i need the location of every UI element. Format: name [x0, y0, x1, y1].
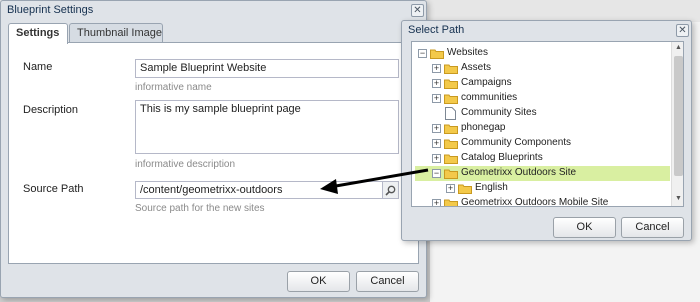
description-label: Description [23, 104, 79, 116]
tree-item-label: Assets [461, 62, 492, 73]
folder-icon [444, 94, 458, 104]
blueprint-settings-dialog: Blueprint Settings ✕ Settings Thumbnail … [0, 0, 427, 298]
dialog-title: Blueprint Settings [7, 4, 94, 16]
source-path-label: Source Path [23, 183, 84, 195]
arrow-icon [320, 168, 429, 194]
source-path-hint: Source path for the new sites [135, 203, 265, 214]
ok-button[interactable]: OK [287, 271, 350, 292]
folder-icon [444, 169, 458, 179]
tree-item-geometrixx-outdoors-site[interactable]: − Geometrixx Outdoors Site [415, 166, 670, 181]
tree-item-label: Community Components [461, 137, 572, 148]
tree-item-geometrixx-outdoors-mobile-site[interactable]: + Geometrixx Outdoors Mobile Site [412, 196, 671, 207]
expand-icon[interactable]: + [432, 199, 441, 206]
description-hint: informative description [135, 159, 236, 170]
page-icon [445, 107, 456, 120]
name-field[interactable]: Sample Blueprint Website [135, 59, 399, 78]
tree-item-catalog-blueprints[interactable]: + Catalog Blueprints [412, 151, 671, 166]
tree-item-phonegap[interactable]: + phonegap [412, 121, 671, 136]
folder-icon [444, 124, 458, 134]
close-icon[interactable]: ✕ [676, 24, 689, 37]
description-field[interactable]: This is my sample blueprint page [135, 100, 399, 154]
tree-item-communities[interactable]: + communities [412, 91, 671, 106]
tree-item-community-components[interactable]: + Community Components [412, 136, 671, 151]
tree-item-label: English [475, 182, 508, 193]
name-label: Name [23, 61, 53, 73]
path-tree: − Websites + Assets + Campaigns + commun… [411, 41, 684, 207]
tree-scrollbar[interactable]: ▲ ▼ [671, 42, 683, 206]
folder-icon [444, 154, 458, 164]
dialog-title: Select Path [408, 24, 465, 36]
tree-item-assets[interactable]: + Assets [412, 61, 671, 76]
folder-icon [444, 64, 458, 74]
cancel-button[interactable]: Cancel [356, 271, 419, 292]
select-path-dialog: Select Path ✕ − Websites + Assets + Camp… [401, 20, 692, 241]
expand-icon[interactable]: + [432, 139, 441, 148]
tab-thumbnail-image[interactable]: Thumbnail Image [69, 23, 163, 43]
tree-item-label: communities [461, 92, 518, 103]
tree-item-label: Geometrixx Outdoors Mobile Site [461, 197, 609, 207]
tab-settings[interactable]: Settings [8, 23, 68, 44]
expand-icon[interactable]: + [432, 79, 441, 88]
settings-panel: Name Sample Blueprint Website informativ… [8, 42, 419, 264]
tree-item-english[interactable]: + English [412, 181, 671, 196]
ok-button[interactable]: OK [553, 217, 616, 238]
expand-icon[interactable]: + [432, 124, 441, 133]
tree-item-label: Geometrixx Outdoors Site [461, 167, 577, 178]
tree-item-campaigns[interactable]: + Campaigns [412, 76, 671, 91]
expand-icon[interactable]: + [432, 64, 441, 73]
folder-icon [444, 199, 458, 206]
tree-item-label: Catalog Blueprints [461, 152, 543, 163]
close-icon[interactable]: ✕ [411, 4, 424, 17]
cancel-button[interactable]: Cancel [621, 217, 684, 238]
scroll-down-icon[interactable]: ▼ [675, 195, 682, 202]
scrollbar-thumb[interactable] [674, 56, 683, 176]
tree-item-label: Websites [447, 47, 488, 58]
folder-icon [458, 184, 472, 194]
tree-item-community-sites[interactable]: Community Sites [412, 106, 671, 121]
scroll-up-icon[interactable]: ▲ [675, 44, 682, 51]
tree-item-websites[interactable]: − Websites [412, 46, 671, 61]
tree-item-label: phonegap [461, 122, 506, 133]
tree-item-label: Campaigns [461, 77, 512, 88]
name-hint: informative name [135, 82, 212, 93]
expand-icon[interactable]: + [446, 184, 455, 193]
tree-item-label: Community Sites [461, 107, 537, 118]
folder-icon [444, 79, 458, 89]
folder-icon [430, 49, 444, 59]
expand-icon[interactable]: + [432, 94, 441, 103]
collapse-icon[interactable]: − [418, 49, 427, 58]
folder-icon [444, 139, 458, 149]
